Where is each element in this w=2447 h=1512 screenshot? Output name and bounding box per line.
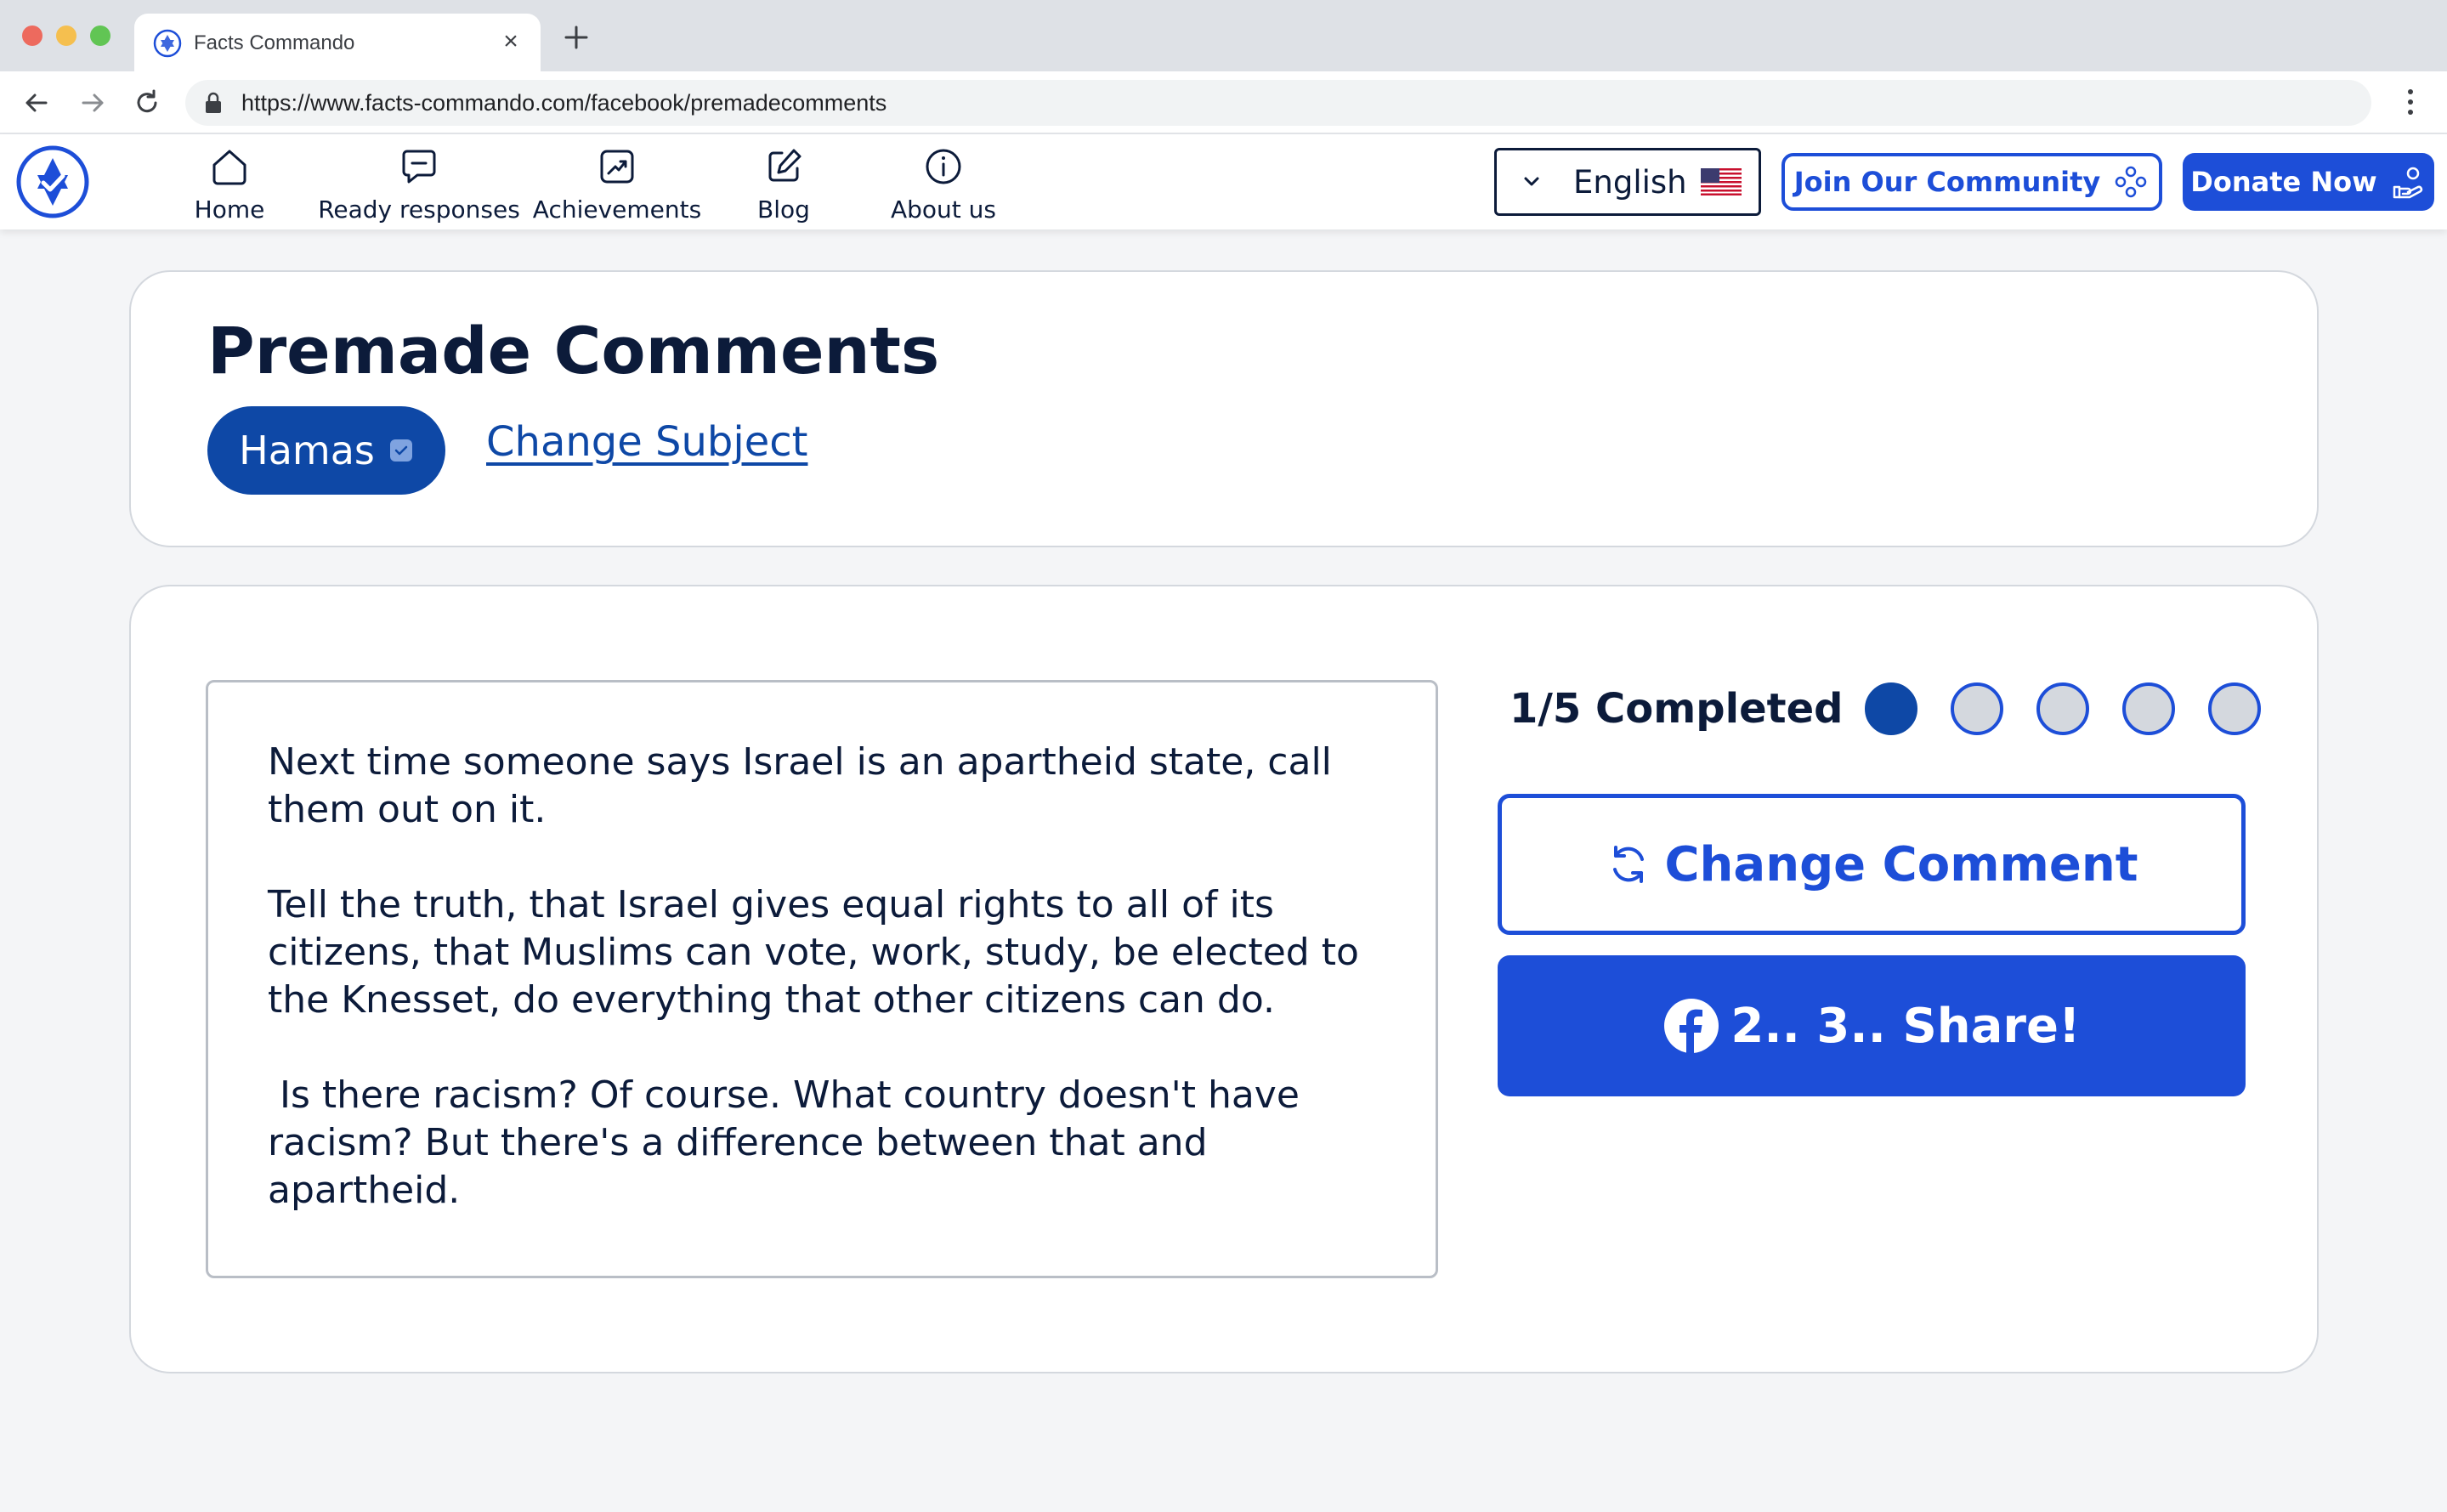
progress-indicator: 1/5 Completed: [1510, 678, 2294, 739]
facebook-icon: [1664, 999, 1719, 1053]
tab-title: Facts Commando: [194, 31, 355, 54]
browser-toolbar: https://www.facts-commando.com/facebook/…: [0, 71, 2447, 134]
comment-card: Next time someone says Israel is an apar…: [129, 585, 2319, 1373]
back-arrow-icon[interactable]: [20, 87, 53, 119]
language-select[interactable]: English: [1494, 148, 1761, 216]
progress-dot: [2036, 682, 2090, 735]
trend-icon: [600, 150, 634, 184]
star-of-david-favicon-icon: [153, 29, 182, 58]
join-community-button[interactable]: Join Our Community: [1781, 153, 2162, 211]
change-subject-link[interactable]: Change Subject: [486, 418, 807, 466]
nav-blog-label: Blog: [757, 195, 810, 224]
refresh-icon: [1613, 846, 1645, 883]
window-maximize-button[interactable]: [90, 25, 110, 46]
nav-ready-responses[interactable]: Ready responses: [318, 143, 520, 224]
edit-icon: [768, 149, 802, 182]
chevron-down-icon: [1524, 177, 1539, 186]
forward-arrow-icon[interactable]: [76, 87, 109, 119]
comment-paragraph: Tell the truth, that Israel gives equal …: [268, 883, 1359, 1022]
browser-tab[interactable]: Facts Commando ×: [134, 14, 541, 71]
progress-dot: [1951, 682, 2004, 735]
subject-label: Hamas: [239, 428, 375, 473]
nav-ready-responses-label: Ready responses: [318, 195, 520, 224]
nav-home[interactable]: Home: [189, 143, 270, 224]
comment-paragraph: Is there racism? Of course. What country…: [268, 1073, 1311, 1212]
nav-achievements[interactable]: Achievements: [532, 143, 702, 224]
window-minimize-button[interactable]: [56, 25, 76, 46]
change-comment-button[interactable]: Change Comment: [1498, 794, 2246, 935]
donate-hand-icon: [2393, 167, 2422, 199]
page-title: Premade Comments: [207, 313, 940, 388]
address-bar[interactable]: https://www.facts-commando.com/facebook/…: [185, 80, 2371, 126]
info-icon: [926, 149, 961, 184]
nav-about-us-label: About us: [890, 195, 997, 224]
progress-dot-completed: [1865, 682, 1918, 735]
nav-home-label: Home: [194, 195, 265, 224]
browser-tab-strip: Facts Commando ×: [0, 0, 2447, 71]
comment-text-box[interactable]: Next time someone says Israel is an apar…: [206, 680, 1438, 1278]
join-community-label: Join Our Community: [1793, 166, 2101, 198]
new-tab-plus-icon[interactable]: [561, 22, 592, 53]
window-close-button[interactable]: [22, 25, 42, 46]
chat-icon: [402, 150, 436, 184]
facts-commando-logo-icon[interactable]: [15, 144, 90, 219]
subject-chip[interactable]: Hamas: [207, 406, 445, 495]
browser-menu-icon[interactable]: [2402, 85, 2419, 119]
reload-icon[interactable]: [131, 87, 163, 119]
donate-now-button[interactable]: Donate Now: [2183, 153, 2434, 211]
lock-icon: [206, 92, 221, 113]
url-text: https://www.facts-commando.com/facebook/…: [241, 90, 887, 116]
community-icon: [2116, 166, 2147, 198]
share-button[interactable]: 2.. 3.. Share!: [1498, 955, 2246, 1096]
nav-blog[interactable]: Blog: [748, 143, 819, 224]
us-flag-icon: [1700, 168, 1742, 195]
language-label: English: [1573, 163, 1687, 201]
share-label: 2.. 3.. Share!: [1730, 998, 2081, 1054]
home-icon: [212, 150, 246, 185]
comment-paragraph: Next time someone says Israel is an apar…: [268, 740, 1332, 831]
checkbox-checked-icon: [389, 439, 412, 462]
progress-dot: [2122, 682, 2176, 735]
site-header: Home Ready responses Achievements Blog A…: [0, 134, 2447, 229]
progress-label: 1/5 Completed: [1510, 685, 1844, 733]
nav-achievements-label: Achievements: [532, 195, 702, 224]
subject-card: Premade Comments Hamas Change Subject: [129, 270, 2319, 547]
tab-close-icon[interactable]: ×: [498, 29, 524, 54]
nav-about-us[interactable]: About us: [890, 143, 997, 224]
change-comment-label: Change Comment: [1664, 836, 2138, 892]
donate-now-label: Donate Now: [2190, 166, 2377, 198]
progress-dot: [2208, 682, 2262, 735]
